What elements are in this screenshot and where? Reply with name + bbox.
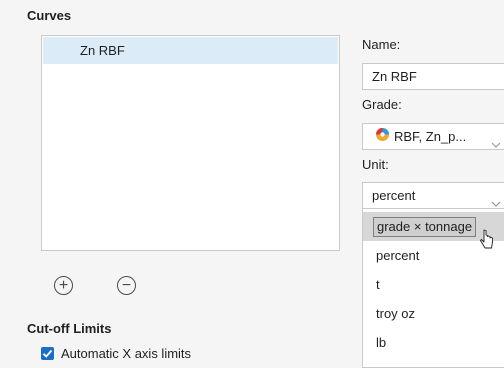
unit-select-value: percent [372, 188, 416, 203]
add-curve-button[interactable]: + [54, 276, 73, 295]
grade-select[interactable]: RBF, Zn_p... [362, 123, 504, 150]
remove-curve-button[interactable]: − [117, 276, 136, 295]
name-label: Name: [362, 37, 401, 52]
unit-label: Unit: [362, 157, 389, 172]
unit-option-label: lb [376, 335, 387, 350]
chevron-down-icon [491, 191, 501, 208]
curve-list-item-label: Zn RBF [80, 43, 125, 58]
unit-option-label: percent [376, 248, 420, 263]
auto-x-checkbox[interactable] [41, 347, 54, 360]
checkmark-icon [42, 349, 53, 358]
curves-list[interactable]: Zn RBF [41, 35, 340, 251]
chevron-down-icon [491, 132, 501, 149]
unit-option[interactable]: troy oz [363, 299, 504, 328]
unit-option-label: t [376, 277, 380, 292]
minus-circle-icon: − [121, 276, 132, 294]
mouse-pointer-icon [480, 229, 494, 254]
plus-circle-icon: + [58, 276, 69, 294]
unit-option[interactable]: lb [363, 328, 504, 357]
grade-select-value: RBF, Zn_p... [394, 129, 467, 144]
name-field[interactable]: Zn RBF [362, 63, 504, 90]
cutoff-heading: Cut-off Limits [27, 321, 112, 336]
grade-label: Grade: [362, 97, 402, 112]
unit-select[interactable]: percent [362, 182, 504, 209]
unit-option-label: grade × tonnage [373, 217, 477, 237]
name-field-value: Zn RBF [372, 69, 417, 84]
unit-option[interactable]: t [363, 270, 504, 299]
auto-x-label[interactable]: Automatic X axis limits [61, 346, 191, 361]
unit-option-label: troy oz [376, 306, 416, 321]
curve-list-item[interactable]: Zn RBF [43, 37, 338, 64]
grade-color-icon [375, 125, 390, 149]
curves-heading: Curves [27, 8, 72, 23]
